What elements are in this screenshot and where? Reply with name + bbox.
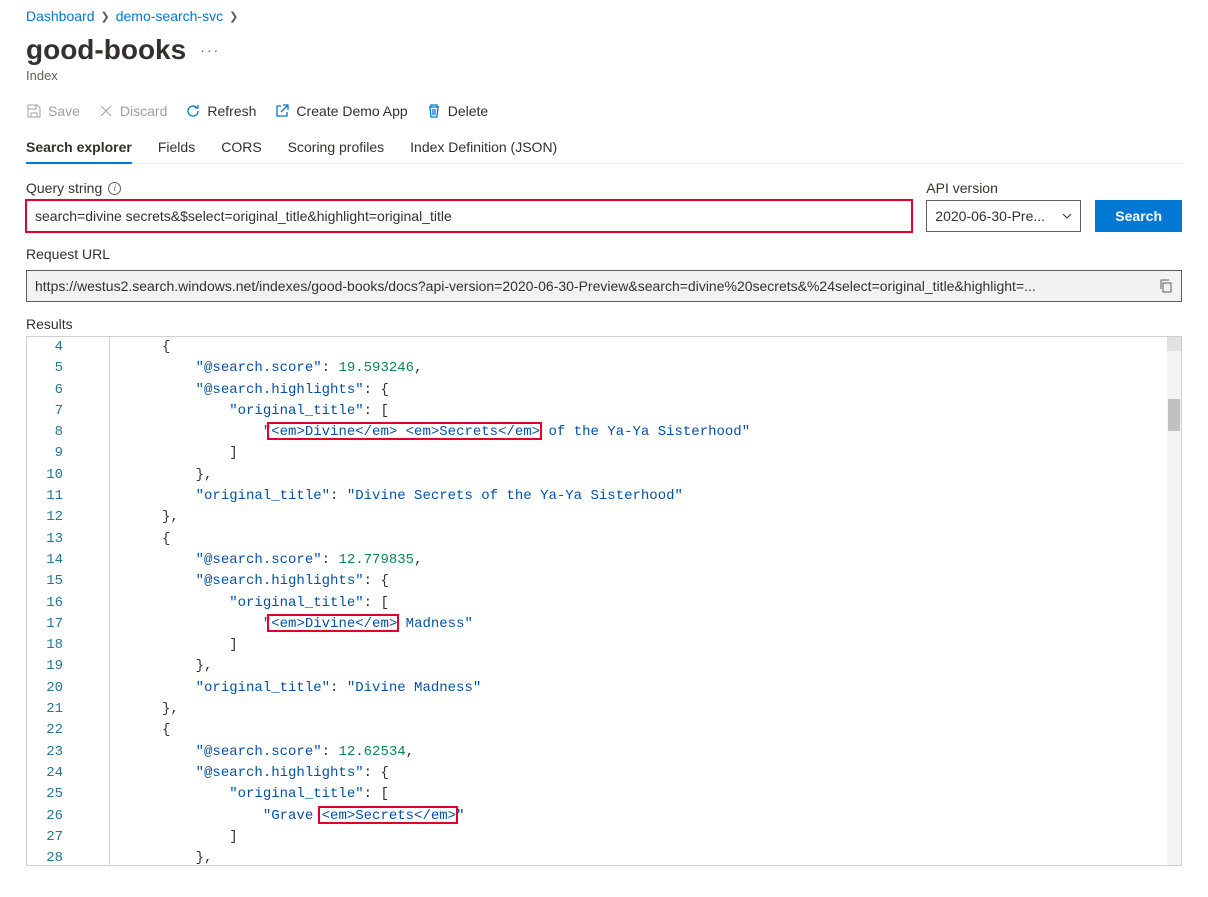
code-line: "@search.highlights": { bbox=[162, 571, 1181, 592]
request-url-box: https://westus2.search.windows.net/index… bbox=[26, 270, 1182, 302]
code-line: "@search.highlights": { bbox=[162, 763, 1181, 784]
code-line: { bbox=[162, 337, 1181, 358]
code-line: "original_title": "Divine Madness" bbox=[162, 678, 1181, 699]
code-line: ] bbox=[162, 827, 1181, 848]
delete-label: Delete bbox=[448, 103, 488, 119]
tab-bar: Search explorer Fields CORS Scoring prof… bbox=[26, 133, 1182, 164]
code-line: "@search.score": 19.593246, bbox=[162, 358, 1181, 379]
create-demo-button[interactable]: Create Demo App bbox=[274, 103, 407, 119]
code-line: "original_title": [ bbox=[162, 784, 1181, 805]
code-line: }, bbox=[162, 848, 1181, 866]
api-version-label: API version bbox=[926, 180, 998, 196]
code-line: "original_title": [ bbox=[162, 401, 1181, 422]
command-bar: Save Discard Refresh Create Demo App Del… bbox=[26, 103, 1182, 119]
code-line: }, bbox=[162, 656, 1181, 677]
page-title: good-books bbox=[26, 34, 186, 66]
request-url-label: Request URL bbox=[26, 246, 1182, 262]
code-line: }, bbox=[162, 699, 1181, 720]
refresh-icon bbox=[185, 103, 201, 119]
query-label: Query string bbox=[26, 180, 102, 196]
save-label: Save bbox=[48, 103, 80, 119]
line-gutter: 4567891011121314151617181920212223242526… bbox=[27, 337, 83, 865]
demo-label: Create Demo App bbox=[296, 103, 407, 119]
query-input[interactable] bbox=[26, 200, 912, 232]
discard-button: Discard bbox=[98, 103, 167, 119]
results-label: Results bbox=[26, 316, 1182, 332]
refresh-label: Refresh bbox=[207, 103, 256, 119]
breadcrumb: Dashboard ❯ demo-search-svc ❯ bbox=[26, 8, 1182, 24]
code-line: "@search.highlights": { bbox=[162, 380, 1181, 401]
code-line: ] bbox=[162, 443, 1181, 464]
code-content: { "@search.score": 19.593246, "@search.h… bbox=[110, 337, 1181, 865]
search-button[interactable]: Search bbox=[1095, 200, 1182, 232]
save-button: Save bbox=[26, 103, 80, 119]
save-icon bbox=[26, 103, 42, 119]
breadcrumb-service[interactable]: demo-search-svc bbox=[116, 8, 223, 24]
refresh-button[interactable]: Refresh bbox=[185, 103, 256, 119]
copy-icon[interactable] bbox=[1159, 279, 1173, 293]
chevron-right-icon: ❯ bbox=[101, 10, 110, 23]
code-line: "@search.score": 12.779835, bbox=[162, 550, 1181, 571]
code-line: "<em>Divine</em> <em>Secrets</em> of the… bbox=[162, 422, 1181, 443]
code-line: "<em>Divine</em> Madness" bbox=[162, 614, 1181, 635]
tab-search-explorer[interactable]: Search explorer bbox=[26, 133, 132, 163]
tab-scoring[interactable]: Scoring profiles bbox=[288, 133, 385, 163]
delete-button[interactable]: Delete bbox=[426, 103, 488, 119]
api-version-select[interactable]: 2020-06-30-Pre... bbox=[926, 200, 1081, 232]
minimap-scrollbar[interactable] bbox=[1167, 337, 1181, 865]
tab-cors[interactable]: CORS bbox=[221, 133, 261, 163]
code-line: ] bbox=[162, 635, 1181, 656]
tab-definition[interactable]: Index Definition (JSON) bbox=[410, 133, 557, 163]
code-line: { bbox=[162, 529, 1181, 550]
code-line: }, bbox=[162, 465, 1181, 486]
external-link-icon bbox=[274, 103, 290, 119]
info-icon[interactable]: i bbox=[108, 182, 121, 195]
request-url-value: https://westus2.search.windows.net/index… bbox=[35, 278, 1151, 294]
code-line: "Grave <em>Secrets</em>" bbox=[162, 806, 1181, 827]
code-line: "@search.score": 12.62534, bbox=[162, 742, 1181, 763]
discard-label: Discard bbox=[120, 103, 167, 119]
results-editor[interactable]: 4567891011121314151617181920212223242526… bbox=[26, 336, 1182, 866]
trash-icon bbox=[426, 103, 442, 119]
more-icon[interactable]: ··· bbox=[200, 42, 220, 58]
code-line: { bbox=[162, 720, 1181, 741]
breadcrumb-dashboard[interactable]: Dashboard bbox=[26, 8, 95, 24]
code-line: "original_title": [ bbox=[162, 593, 1181, 614]
close-icon bbox=[98, 103, 114, 119]
api-version-value: 2020-06-30-Pre... bbox=[926, 200, 1081, 232]
code-line: "original_title": "Divine Secrets of the… bbox=[162, 486, 1181, 507]
scrollbar-cap bbox=[1167, 337, 1181, 351]
chevron-right-icon: ❯ bbox=[229, 10, 238, 23]
scrollbar-thumb[interactable] bbox=[1168, 399, 1180, 431]
code-line: }, bbox=[162, 507, 1181, 528]
page-subtitle: Index bbox=[26, 68, 1182, 83]
chevron-down-icon bbox=[1061, 210, 1073, 222]
tab-fields[interactable]: Fields bbox=[158, 133, 195, 163]
